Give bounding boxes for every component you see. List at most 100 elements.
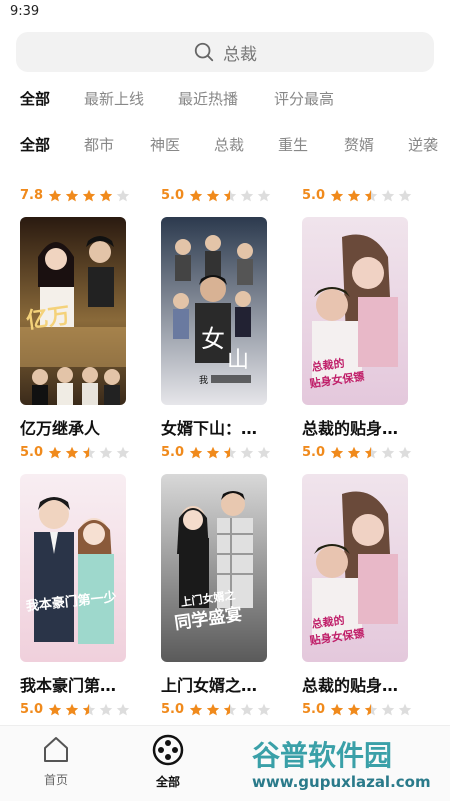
rating-score: 5.0 [302,445,326,460]
nav-all[interactable]: 全部 [138,734,198,790]
star-icon [223,189,237,201]
star-icon [82,446,96,458]
rating: 5.0 [161,445,291,460]
sort-tab-newest[interactable]: 最新上线 [84,88,144,109]
rating: 5.0 [161,188,271,203]
star-icon [65,446,79,458]
drama-card[interactable]: 总裁的 贴身女保镖 总裁的贴身… 5.0 [302,474,432,717]
home-icon [44,737,68,762]
watermark-title: 谷普软件园 [252,739,392,772]
star-icon [48,446,62,458]
category-tab-all[interactable]: 全部 [20,134,50,155]
category-tab-doctor[interactable]: 神医 [150,134,180,155]
sort-tabs: 全部 最新上线 最近热播 评分最高 [0,88,450,114]
drama-card[interactable]: 上门女婿之 同学盛宴 上门女婿之… 5.0 [161,474,291,717]
star-icon [398,703,412,715]
star-icon [99,703,113,715]
sort-tab-hot[interactable]: 最近热播 [178,88,238,109]
category-tab-comeback[interactable]: 逆袭 [408,134,438,155]
category-tabs: 全部 都市 神医 总裁 重生 赘婿 逆袭 [0,134,450,162]
star-icon [206,703,220,715]
drama-card[interactable]: 总裁的 贴身女保镖 总裁的贴身… 5.0 [302,217,432,460]
star-icon [189,189,203,201]
star-icon [189,703,203,715]
star-icon [99,446,113,458]
svg-text:我: 我 [199,375,208,386]
watermark-url: www.gupuxlazal.com [252,773,431,791]
rating-score: 5.0 [302,188,326,203]
star-icon [398,189,412,201]
star-icon [116,446,130,458]
star-icon [189,446,203,458]
svg-text:女: 女 [201,325,225,353]
star-icon [330,446,344,458]
star-icon [82,703,96,715]
star-icon [223,703,237,715]
poster-image: 上门女婿之 同学盛宴 [161,474,267,662]
search-placeholder: 总裁 [223,44,257,65]
rating: 5.0 [302,702,432,717]
poster-image: 总裁的 贴身女保镖 [302,474,408,662]
rating-score: 5.0 [20,702,44,717]
watermark-logo: 谷普软件园 www.gupuxlazal.com [248,735,448,795]
star-icon [398,446,412,458]
drama-card[interactable]: 亿万 亿万继承人 5.0 [20,217,150,460]
card-title: 我本豪门第… [20,676,117,695]
card-title: 亿万继承人 [20,419,101,438]
card-title: 女婿下山：… [161,419,258,438]
star-icon [48,703,62,715]
star-icon [381,189,395,201]
star-icon [381,446,395,458]
category-tab-son-in-law[interactable]: 赘婿 [344,134,374,155]
nav-all-label: 全部 [155,775,180,789]
star-icon [330,189,344,201]
rating-score: 5.0 [302,702,326,717]
star-icon [99,189,113,201]
star-icon [257,446,271,458]
star-icon [330,703,344,715]
svg-text:山: 山 [227,348,249,373]
rating: 5.0 [302,445,432,460]
star-icon [65,703,79,715]
star-icon [381,703,395,715]
star-icon [48,189,62,201]
category-tab-city[interactable]: 都市 [84,134,114,155]
star-icon [206,446,220,458]
sort-tab-top-rated[interactable]: 评分最高 [274,88,334,109]
drama-card[interactable]: 我本豪门第一少 我本豪门第… 5.0 [20,474,150,717]
search-bar[interactable]: 总裁 [16,32,434,72]
drama-card[interactable]: 女 山 我 女婿下山：… 5.0 [161,217,291,460]
rating-score: 5.0 [20,445,44,460]
rating-score: 5.0 [161,188,185,203]
rating: 5.0 [20,702,150,717]
category-tab-ceo[interactable]: 总裁 [214,134,244,155]
nav-home[interactable]: 首页 [26,734,86,788]
previous-row-ratings: 7.8 5.0 5.0 [0,188,450,206]
star-icon [364,446,378,458]
card-title: 上门女婿之… [161,676,258,695]
star-icon [206,189,220,201]
star-icon [364,189,378,201]
nav-home-label: 首页 [43,773,68,787]
poster-image: 总裁的 贴身女保镖 [302,217,408,405]
star-icon [240,703,254,715]
sort-tab-all[interactable]: 全部 [20,88,50,109]
category-tab-rebirth[interactable]: 重生 [278,134,308,155]
star-icon [364,703,378,715]
rating: 5.0 [161,702,291,717]
star-icon [347,446,361,458]
star-icon [116,189,130,201]
rating-score: 5.0 [161,702,185,717]
film-reel-icon [152,734,184,766]
star-icon [347,189,361,201]
rating-score: 5.0 [161,445,185,460]
star-icon [257,189,271,201]
card-title: 总裁的贴身… [302,419,399,438]
rating: 7.8 [20,188,130,203]
star-icon [240,446,254,458]
star-icon [116,703,130,715]
star-icon [65,189,79,201]
rating: 5.0 [20,445,150,460]
rating-score: 7.8 [20,188,44,203]
star-icon [240,189,254,201]
